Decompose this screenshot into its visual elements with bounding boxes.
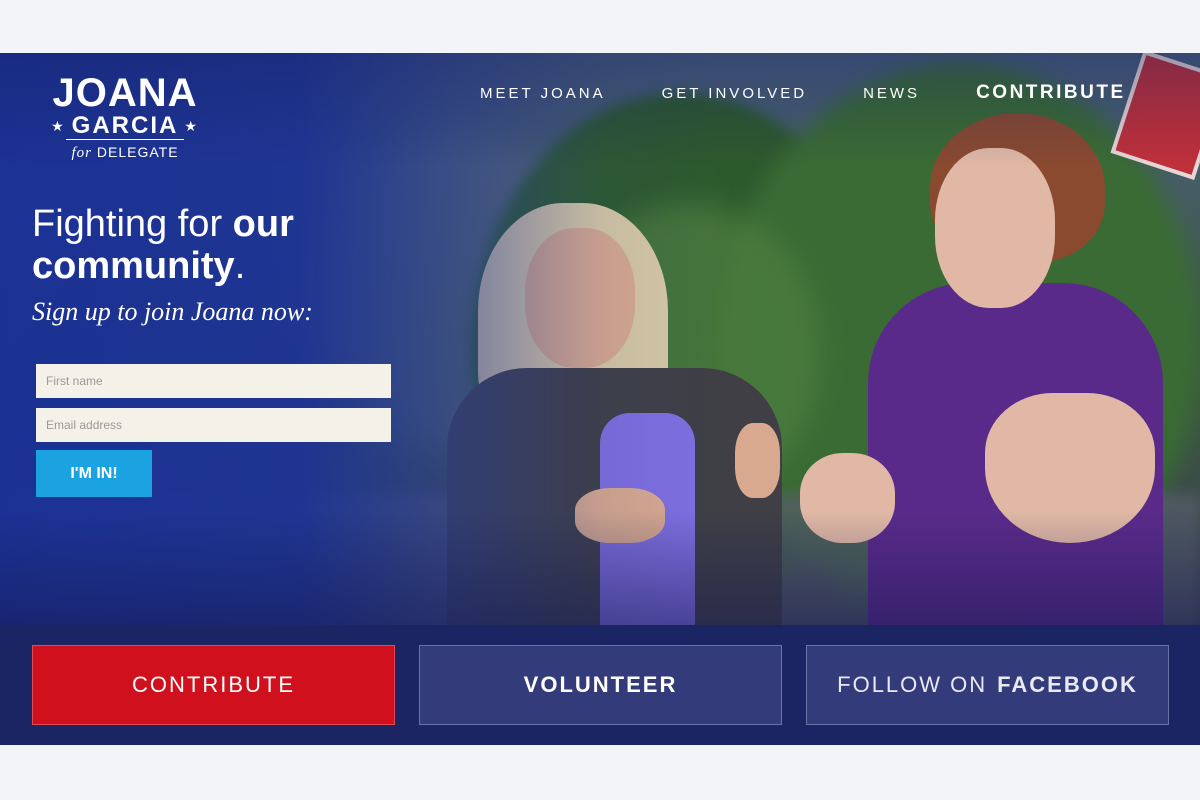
nav-item-meet-joana[interactable]: MEET JOANA [480, 85, 606, 102]
signup-submit-button[interactable]: I'M IN! [36, 450, 152, 497]
page-frame: JOANA ★ GARCIA ★ for DELEGATE MEET JOANA… [0, 53, 1200, 745]
headline-bold-community: community [32, 245, 235, 287]
nav-item-news[interactable]: NEWS [863, 85, 920, 102]
star-icon: ★ [184, 118, 199, 134]
logo-first-name: JOANA [52, 71, 198, 115]
main-nav: MEET JOANA GET INVOLVED NEWS CONTRIBUTE [480, 82, 1126, 104]
volunteer-button[interactable]: VOLUNTEER [419, 645, 782, 725]
facebook-button-bold: FACEBOOK [997, 672, 1138, 697]
hero-subhead: Sign up to join Joana now: [32, 297, 313, 326]
contribute-button[interactable]: CONTRIBUTE [32, 645, 395, 725]
logo-tagline-suffix: DELEGATE [96, 144, 179, 160]
headline-text: Fighting for [32, 203, 233, 245]
hero-headline: Fighting for our community. [32, 203, 372, 287]
nav-item-get-involved[interactable]: GET INVOLVED [662, 85, 807, 102]
logo-tagline: for DELEGATE [66, 139, 184, 163]
follow-facebook-button[interactable]: FOLLOW ON FACEBOOK [806, 645, 1169, 725]
logo-last-name-row: ★ GARCIA ★ [50, 113, 200, 139]
nav-item-contribute[interactable]: CONTRIBUTE [976, 82, 1126, 104]
first-name-input[interactable] [36, 364, 391, 398]
headline-period: . [234, 245, 246, 287]
campaign-logo[interactable]: JOANA ★ GARCIA ★ for DELEGATE [50, 73, 200, 163]
hero-photo: JOANA ★ GARCIA ★ for DELEGATE MEET JOANA… [0, 53, 1200, 625]
logo-tagline-prefix: for [71, 145, 92, 161]
logo-last-name: GARCIA [71, 112, 179, 139]
cta-bar: CONTRIBUTE VOLUNTEER FOLLOW ON FACEBOOK [0, 625, 1200, 745]
email-input[interactable] [36, 408, 391, 442]
star-icon: ★ [51, 118, 66, 134]
facebook-button-prefix: FOLLOW ON [837, 672, 988, 697]
headline-bold-our: our [232, 203, 294, 245]
